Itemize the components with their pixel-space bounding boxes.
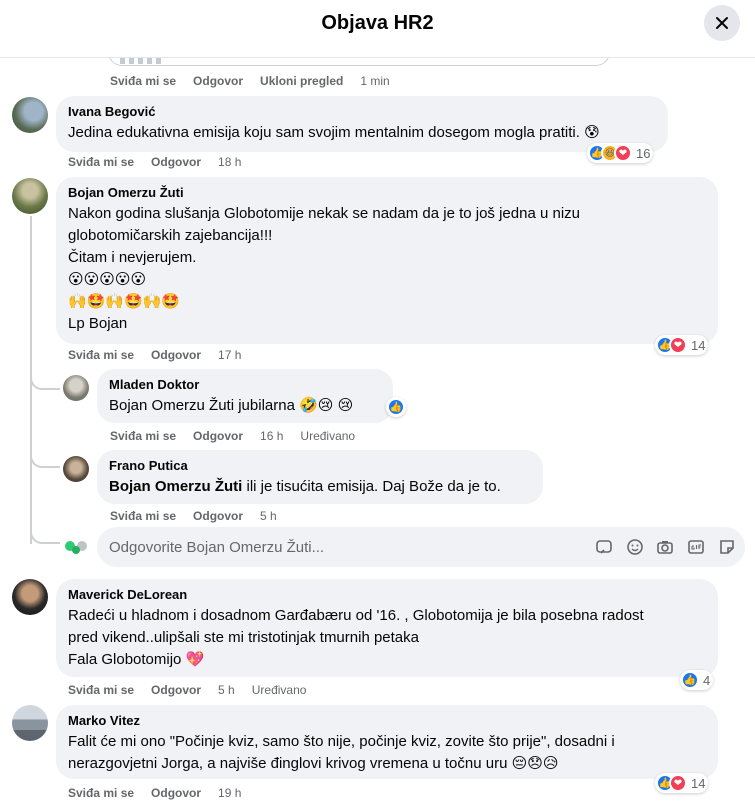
reply-button[interactable]: Odgovor [151,683,201,697]
reaction-count: 14 [691,775,706,791]
timestamp[interactable]: 5 h [260,509,277,523]
reply-actions: Sviđa mi se Odgovor 16 h Uređivano [110,429,372,443]
avatar[interactable] [63,456,89,482]
timestamp[interactable]: 18 h [218,155,241,169]
reaction-summary[interactable]: 👍 [386,397,406,417]
thread-branch [30,448,60,468]
comment-text: Falit će mi ono "Počinje kviz, samo što … [68,733,615,772]
like-reaction-icon: 👍 [681,671,699,689]
emoji-icon[interactable] [625,537,645,557]
reply-button[interactable]: Odgovor [193,74,243,88]
edited-label[interactable]: Uređivano [300,429,355,443]
remove-preview-button[interactable]: Ukloni pregled [260,74,343,88]
reaction-summary[interactable]: 👍 ❤ 14 [655,773,709,793]
love-reaction-icon: ❤ [614,144,632,162]
user-avatar-icon [65,541,87,554]
reply-composer [97,527,745,567]
reply-author[interactable]: Mladen Doktor [109,377,381,393]
like-button[interactable]: Sviđa mi se [68,683,134,697]
edited-label[interactable]: Uređivano [252,683,307,697]
dialog-header: Objava HR2 [0,0,755,58]
camera-icon[interactable] [655,537,675,557]
avatar[interactable] [12,579,48,615]
comment-text: Radeći u hladnom i dosadnom Garđabæru od… [68,607,644,668]
mention-link[interactable]: Bojan Omerzu Žuti [109,478,242,495]
comment-author[interactable]: Maverick DeLorean [68,587,706,603]
comment-actions: Sviđa mi se Odgovor 18 h [68,155,258,169]
comment-author[interactable]: Ivana Begović [68,104,656,120]
reaction-summary[interactable]: 👍 4 [680,670,714,690]
love-reaction-icon: ❤ [669,774,687,792]
preview-image [120,58,165,64]
close-icon [716,17,728,29]
reply-button[interactable]: Odgovor [151,786,201,800]
timestamp[interactable]: 5 h [218,683,235,697]
reaction-count: 16 [636,145,651,161]
reply-button[interactable]: Odgovor [193,429,243,443]
reply-text: Bojan Omerzu Žuti ili je tisućita emisij… [109,478,501,495]
reply-text: Bojan Omerzu Žuti jubilarna 🤣😢 😢 [109,397,354,414]
comment-bubble: Ivana Begović Jedina edukativna emisija … [56,96,668,152]
timestamp[interactable]: 17 h [218,348,241,362]
thread-branch [30,370,60,390]
reply-button[interactable]: Odgovor [151,348,201,362]
comment-actions: Sviđa mi se Odgovor Ukloni pregled 1 min [110,74,407,88]
reply-bubble: Mladen Doktor Bojan Omerzu Žuti jubilarn… [97,369,393,423]
close-button[interactable] [704,5,740,41]
like-button[interactable]: Sviđa mi se [110,429,176,443]
like-button[interactable]: Sviđa mi se [68,155,134,169]
like-button[interactable]: Sviđa mi se [68,786,134,800]
thread-branch [30,520,60,544]
like-reaction-icon: 👍 [387,398,405,416]
avatar[interactable] [63,375,89,401]
comment-bubble: Maverick DeLorean Radeći u hladnom i dos… [56,579,718,677]
timestamp[interactable]: 19 h [218,786,241,800]
sticker-icon[interactable] [717,537,737,557]
reply-actions: Sviđa mi se Odgovor 5 h [110,509,294,523]
reaction-summary[interactable]: 👍 ❤ 14 [655,335,709,355]
comment-actions: Sviđa mi se Odgovor 5 h Uređivano [68,683,323,697]
timestamp[interactable]: 16 h [260,429,283,443]
like-button[interactable]: Sviđa mi se [110,74,176,88]
reaction-summary[interactable]: 👍 😆 ❤ 16 [587,143,654,163]
current-user-avatar[interactable] [63,533,89,559]
comment-author[interactable]: Bojan Omerzu Žuti [68,185,706,201]
comment-actions: Sviđa mi se Odgovor 19 h [68,786,258,800]
reply-button[interactable]: Odgovor [151,155,201,169]
like-button[interactable]: Sviđa mi se [110,509,176,523]
like-button[interactable]: Sviđa mi se [68,348,134,362]
comment-author[interactable]: Marko Vitez [68,713,706,729]
avatar[interactable] [12,97,48,133]
comment-text: Nakon godina slušanja Globotomije nekak … [68,205,580,332]
gif-icon[interactable] [686,537,706,557]
reply-bubble: Frano Putica Bojan Omerzu Žuti ili je ti… [97,450,543,504]
comment-bubble: Marko Vitez Falit će mi ono "Počinje kvi… [56,705,718,779]
love-reaction-icon: ❤ [669,336,687,354]
reply-input[interactable] [109,527,579,567]
reaction-count: 4 [703,672,711,688]
sticker-pack-icon[interactable] [594,537,614,557]
comment-bubble: Bojan Omerzu Žuti Nakon godina slušanja … [56,177,718,344]
comment-text: Jedina edukativna emisija koju sam svoji… [68,124,600,141]
reply-author[interactable]: Frano Putica [109,458,531,474]
avatar[interactable] [12,705,48,741]
reply-button[interactable]: Odgovor [193,509,243,523]
dialog-title: Objava HR2 [321,12,434,34]
timestamp[interactable]: 1 min [360,74,389,88]
reaction-count: 14 [691,337,706,353]
avatar[interactable] [12,178,48,214]
comment-actions: Sviđa mi se Odgovor 17 h [68,348,258,362]
